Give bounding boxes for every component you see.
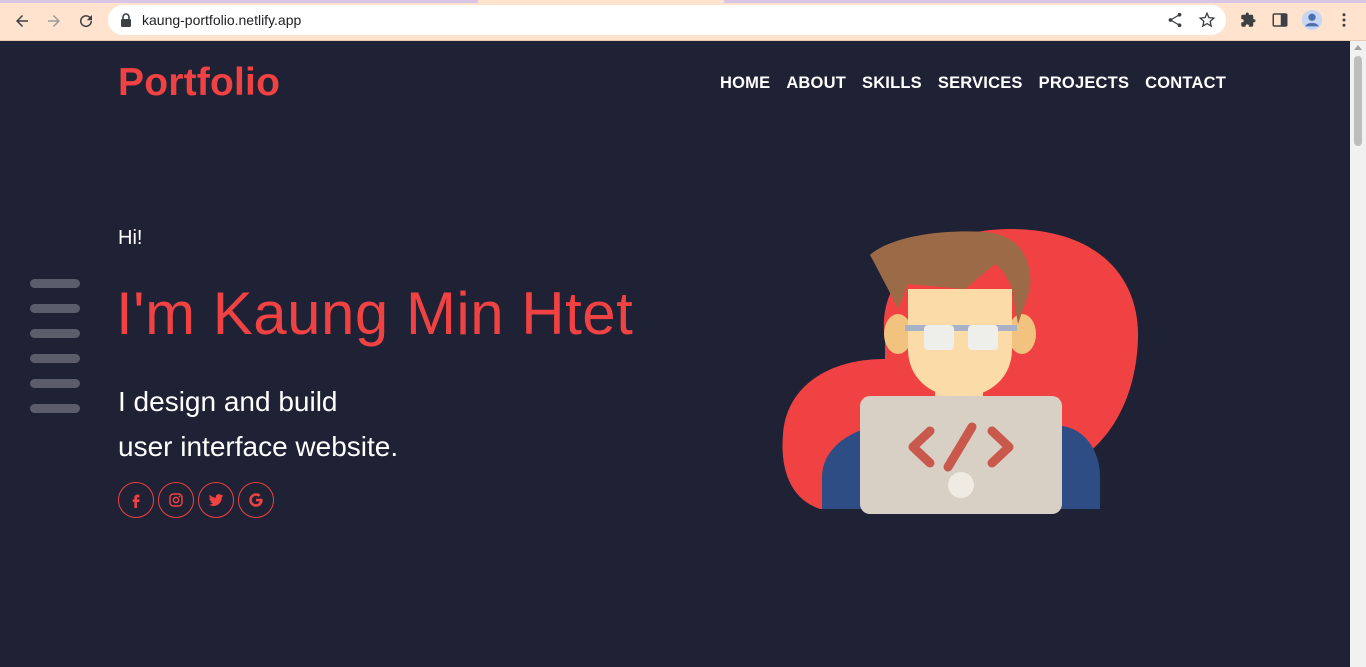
url-text[interactable]: kaung-portfolio.netlify.app xyxy=(142,12,301,28)
address-bar[interactable]: kaung-portfolio.netlify.app xyxy=(108,5,1226,35)
nav-skills[interactable]: SKILLS xyxy=(862,74,922,93)
illustration-ear-right xyxy=(1008,314,1036,354)
profile-avatar-icon[interactable] xyxy=(1301,9,1323,31)
side-panel-icon[interactable] xyxy=(1271,11,1289,29)
arrow-right-icon xyxy=(48,15,60,27)
illustration-ear-left xyxy=(884,314,912,354)
illustration-glasses-right xyxy=(968,325,998,350)
nav-contact[interactable]: CONTACT xyxy=(1145,74,1226,93)
twitter-link[interactable] xyxy=(198,482,234,518)
hero-greeting: Hi! xyxy=(118,227,143,249)
arrow-left-icon xyxy=(16,15,28,27)
lock-icon xyxy=(121,13,131,27)
main-nav: HOME ABOUT SKILLS SERVICES PROJECTS CONT… xyxy=(720,74,1226,93)
site-logo[interactable]: Portfolio xyxy=(118,61,280,105)
tagline-line-2: user interface website. xyxy=(118,431,399,462)
reload-button[interactable] xyxy=(73,8,99,34)
illustration-glasses-left xyxy=(924,325,954,350)
page-body: Portfolio HOME ABOUT SKILLS SERVICES PRO… xyxy=(0,41,1350,667)
more-options-icon[interactable] xyxy=(1335,11,1353,29)
developer-illustration xyxy=(782,229,1139,514)
nav-home[interactable]: HOME xyxy=(720,74,770,93)
hero-name: I'm Kaung Min Htet xyxy=(116,280,634,347)
forward-button[interactable] xyxy=(41,8,67,34)
nav-about[interactable]: ABOUT xyxy=(786,74,846,93)
back-button[interactable] xyxy=(9,8,35,34)
laptop-logo xyxy=(948,472,974,498)
hero-tagline: I design and build user interface websit… xyxy=(118,379,398,469)
nav-services[interactable]: SERVICES xyxy=(938,74,1023,93)
scroll-up-icon[interactable] xyxy=(1354,45,1362,50)
social-links xyxy=(118,482,274,518)
google-link[interactable] xyxy=(238,482,274,518)
browser-toolbar: kaung-portfolio.netlify.app xyxy=(0,0,1366,41)
reload-icon xyxy=(80,15,93,28)
facebook-icon xyxy=(132,494,140,508)
nav-projects[interactable]: PROJECTS xyxy=(1039,74,1130,93)
star-icon[interactable] xyxy=(1198,11,1216,29)
page-scrollbar[interactable] xyxy=(1350,41,1366,667)
menu-toggle-icon[interactable] xyxy=(30,279,80,429)
instagram-icon xyxy=(169,493,183,507)
illustration-glasses-bar xyxy=(905,325,1017,331)
share-icon[interactable] xyxy=(1166,11,1184,29)
twitter-icon xyxy=(208,494,224,507)
scrollbar-thumb[interactable] xyxy=(1354,56,1362,146)
instagram-link[interactable] xyxy=(158,482,194,518)
tagline-line-1: I design and build xyxy=(118,386,338,417)
tab-strip-edge xyxy=(0,0,1366,3)
facebook-link[interactable] xyxy=(118,482,154,518)
extensions-icon[interactable] xyxy=(1239,11,1257,29)
google-icon xyxy=(249,493,263,507)
